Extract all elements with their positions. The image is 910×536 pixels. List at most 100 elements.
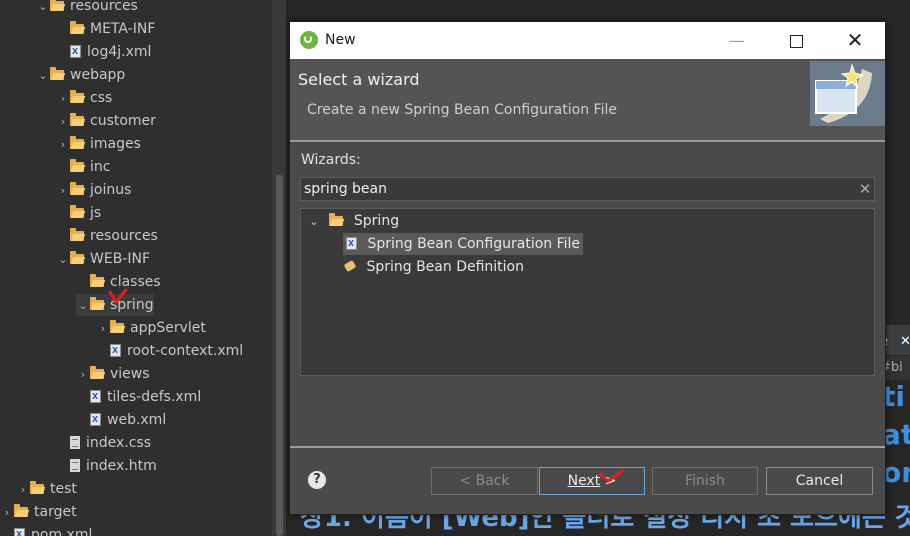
back-button[interactable]: < Back — [431, 467, 538, 495]
folder-icon — [70, 228, 84, 241]
folder-icon — [70, 90, 84, 103]
folder-icon — [50, 0, 64, 11]
help-icon[interactable]: ? — [308, 471, 326, 489]
tree-item[interactable]: META-INF — [56, 18, 155, 40]
chevron-right-icon[interactable]: › — [96, 318, 110, 340]
folder-icon — [70, 21, 84, 34]
next-button[interactable]: Next > — [539, 467, 645, 495]
bean-definition-icon — [343, 260, 357, 272]
tree-item-label: Spring Bean Configuration File — [367, 236, 581, 252]
xml-file-icon — [90, 409, 101, 431]
tree-item[interactable]: tiles-defs.xml — [76, 386, 201, 408]
tree-item[interactable]: root-context.xml — [96, 340, 243, 362]
folder-icon — [70, 251, 84, 264]
folder-icon — [70, 113, 84, 126]
explorer-scrollbar-thumb[interactable] — [276, 175, 283, 536]
tree-item[interactable]: pom.xml — [0, 524, 92, 536]
wizard-header: Select a wizard Create a new Spring Bean… — [290, 59, 885, 140]
tree-item-label: tiles-defs.xml — [107, 389, 202, 405]
wizard-banner-icon — [810, 61, 885, 126]
tree-item[interactable]: › appServlet — [96, 317, 206, 339]
folder-icon — [90, 297, 104, 310]
tree-category-spring[interactable]: ⌄ Spring — [307, 210, 399, 232]
folder-icon — [70, 205, 84, 218]
tree-item-label: index.css — [86, 435, 152, 451]
chevron-right-icon[interactable]: › — [16, 479, 30, 501]
next-button-label: Next — [567, 473, 601, 489]
tree-item[interactable]: › test — [16, 478, 77, 500]
tree-item-label: target — [34, 504, 77, 520]
tree-item[interactable]: › joinus — [56, 179, 131, 201]
chevron-down-icon[interactable]: ⌄ — [76, 295, 90, 317]
folder-icon — [50, 67, 64, 80]
tree-item[interactable]: › images — [56, 133, 141, 155]
close-button[interactable]: ✕ — [832, 22, 878, 59]
chevron-down-icon[interactable]: ⌄ — [307, 211, 321, 233]
tree-item[interactable]: log4j.xml — [56, 41, 151, 63]
tree-item[interactable]: resources — [56, 225, 158, 247]
chevron-down-icon[interactable]: ⌄ — [36, 65, 50, 87]
wizard-filter-input[interactable] — [304, 178, 844, 200]
tree-item[interactable]: inc — [56, 156, 110, 178]
tree-item-label: Spring Bean Definition — [366, 259, 524, 275]
tree-item-label: web.xml — [107, 412, 167, 428]
folder-icon — [30, 481, 44, 494]
maximize-button[interactable] — [773, 22, 819, 59]
wizards-label: Wizards: — [301, 152, 361, 168]
tree-item[interactable]: ⌄ webapp — [36, 64, 125, 86]
chevron-right-icon[interactable]: › — [56, 180, 70, 202]
tree-item-label: joinus — [90, 182, 132, 198]
folder-icon — [70, 159, 84, 172]
editor-text-line: at — [882, 418, 910, 451]
xml-file-icon — [14, 524, 25, 536]
tree-item-bean-configuration-file[interactable]: Spring Bean Configuration File — [343, 233, 584, 255]
tree-item[interactable]: › customer — [56, 110, 156, 132]
chevron-right-icon[interactable]: › — [56, 134, 70, 156]
tree-item-bean-definition[interactable]: Spring Bean Definition — [343, 256, 524, 278]
tree-item-label: index.htm — [86, 458, 157, 474]
tree-item-label: css — [90, 90, 113, 106]
tree-item[interactable]: ⌄ resources — [36, 0, 138, 17]
tree-item[interactable]: › views — [76, 363, 150, 385]
finish-button[interactable]: Finish — [652, 467, 758, 495]
tree-item[interactable]: web.xml — [76, 409, 166, 431]
spring-logo-icon — [300, 31, 318, 49]
clear-filter-icon[interactable]: ✕ — [857, 178, 873, 200]
header-description: Create a new Spring Bean Configuration F… — [307, 102, 617, 118]
chevron-right-icon[interactable]: › — [56, 111, 70, 133]
chevron-right-icon[interactable]: › — [56, 88, 70, 110]
tree-item-label: root-context.xml — [127, 343, 244, 359]
folder-icon — [70, 182, 84, 195]
folder-icon — [14, 504, 28, 517]
chevron-down-icon[interactable]: ⌄ — [36, 0, 50, 18]
folder-icon — [90, 366, 104, 379]
xml-file-icon — [110, 340, 121, 362]
header-title: Select a wizard — [298, 70, 420, 89]
chevron-right-icon[interactable]: › — [76, 364, 90, 386]
chevron-right-icon[interactable]: › — [0, 502, 14, 524]
tree-item-label: appServlet — [130, 320, 206, 336]
folder-icon — [329, 213, 344, 226]
tree-item[interactable]: › target — [0, 501, 77, 523]
tree-item[interactable]: › css — [56, 87, 112, 109]
folder-icon — [90, 274, 104, 287]
tree-item-label: resources — [70, 0, 138, 14]
annotation-checkmark-icon — [598, 469, 624, 483]
tree-item[interactable]: index.css — [56, 432, 151, 454]
tree-item[interactable]: js — [56, 202, 101, 224]
xml-file-icon — [90, 386, 101, 408]
wizard-tree[interactable]: ⌄ Spring Spring Bean Configuration File … — [300, 208, 875, 376]
chevron-down-icon[interactable]: ⌄ — [56, 249, 70, 271]
dialog-titlebar[interactable]: New — ✕ — [290, 22, 885, 59]
footer-separator — [290, 446, 885, 448]
close-icon[interactable]: ✕ — [900, 325, 910, 359]
tree-item[interactable]: ⌄ WEB-INF — [56, 248, 150, 270]
new-wizard-dialog: New — ✕ Select a wizard Create a new Spr… — [289, 21, 886, 515]
tree-item[interactable]: index.htm — [56, 455, 157, 477]
wizard-filter-field[interactable]: ✕ — [300, 177, 875, 201]
file-icon — [70, 459, 80, 472]
annotation-checkmark-icon — [108, 288, 128, 305]
header-separator — [290, 140, 885, 142]
minimize-button[interactable]: — — [714, 22, 760, 59]
cancel-button[interactable]: Cancel — [766, 467, 873, 495]
